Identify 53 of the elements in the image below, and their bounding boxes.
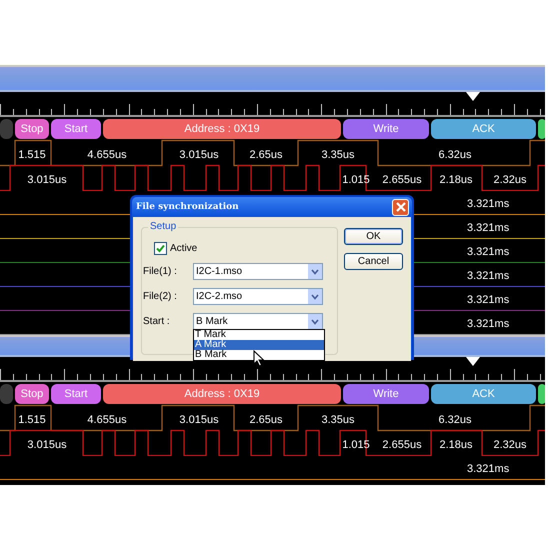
timing-label: 2.65us xyxy=(249,414,283,426)
time-label: 3.321ms xyxy=(467,221,510,235)
dropdown[interactable]: I2C-1.mso xyxy=(193,263,323,280)
timing-label: 2.32us xyxy=(493,439,527,451)
timing-label: 3.015us xyxy=(179,414,219,426)
timing-label: 2.65us xyxy=(249,149,283,161)
timing-label: 2.655us xyxy=(382,439,422,451)
field-label: File(2) : xyxy=(143,291,178,302)
timing-label: 2.655us xyxy=(382,174,422,186)
protocol-segment: ACK xyxy=(431,119,536,139)
time-label: 3.321ms xyxy=(467,197,510,211)
timing-label: 3.35us xyxy=(321,149,355,161)
checkbox-label: Active xyxy=(170,243,198,254)
protocol-segment: ACK xyxy=(431,384,536,404)
protocol-segment: Stop xyxy=(15,119,49,139)
protocol-segment: Write xyxy=(343,384,429,404)
protocol-segment: Start xyxy=(51,384,101,404)
dropdown-option[interactable]: T Mark xyxy=(194,330,324,340)
timing-label: 3.015us xyxy=(179,149,219,161)
timing-label: 2.18us xyxy=(439,174,473,186)
protocol-segment: Address : 0X19 xyxy=(103,119,341,139)
close-button[interactable] xyxy=(392,198,409,216)
timing-label: 1.515 xyxy=(18,414,46,426)
protocol-segment: Stop xyxy=(15,384,49,404)
timing-label: 6.32us xyxy=(438,149,472,161)
dropdown-option[interactable]: A Mark xyxy=(194,340,324,350)
dropdown-option[interactable]: B Mark xyxy=(194,350,324,360)
time-label: 3.321ms xyxy=(467,293,510,307)
timing-label: 4.655us xyxy=(87,149,127,161)
timing-label: 1.515 xyxy=(18,149,46,161)
timing-label: 3.015us xyxy=(27,439,67,451)
timing-label: 6.32us xyxy=(438,414,472,426)
field-label: Start : xyxy=(143,316,171,327)
protocol-segment: Start xyxy=(51,119,101,139)
timing-label: 3.015us xyxy=(27,174,67,186)
ok-button[interactable]: OK xyxy=(344,228,403,245)
close-icon xyxy=(396,202,406,212)
checkbox[interactable] xyxy=(154,242,167,255)
timing-label: 4.655us xyxy=(87,414,127,426)
time-label: 3.321ms xyxy=(467,462,510,476)
dropdown[interactable]: I2C-2.mso xyxy=(193,288,323,305)
time-label: 3.321ms xyxy=(467,269,510,283)
protocol-segment: Address : 0X19 xyxy=(103,384,341,404)
group-title: Setup xyxy=(148,221,178,232)
field-label: File(1) : xyxy=(143,266,178,277)
time-label: 3.321ms xyxy=(467,245,510,259)
timing-label: 2.18us xyxy=(439,439,473,451)
timing-label: 3.35us xyxy=(321,414,355,426)
cancel-button[interactable]: Cancel xyxy=(344,253,403,270)
timing-label: 2.32us xyxy=(493,174,527,186)
window-title: File synchronization xyxy=(136,202,239,212)
protocol-segment: Write xyxy=(343,119,429,139)
time-label: 3.321ms xyxy=(467,317,510,331)
